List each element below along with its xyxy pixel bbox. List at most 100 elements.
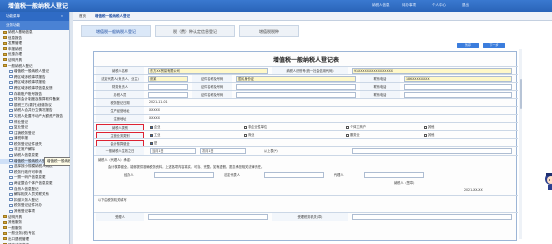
form-scrollbar[interactable]: [519, 49, 522, 239]
sidebar-item-label: 两证整合个体户信息变更: [14, 181, 53, 186]
tab-home[interactable]: 首页: [79, 14, 86, 19]
label-effective-date: 一般纳税人生效之日: [96, 147, 144, 155]
tax-officer-phone-field[interactable]: [404, 92, 512, 98]
document-icon: [9, 136, 13, 140]
sidebar-item-label: 解除相关人员关联关系: [14, 192, 49, 197]
scrollbar-thumb[interactable]: [519, 79, 522, 109]
reg-address-value: XXXXX: [149, 116, 160, 121]
sidebar-item-label: 税务行政许可申请: [14, 169, 42, 174]
reg-date-value: 2021-11-01: [149, 100, 168, 105]
tab-bar: 首页 增值税一般纳税人登记: [73, 12, 552, 21]
step-3[interactable]: 增值税税种: [239, 25, 299, 37]
document-icon: [9, 80, 13, 84]
sidebar-item-label: 银税三方(委托)划缴协议: [14, 102, 52, 107]
legal-rep-phone-field[interactable]: 186XXXXXXXX: [404, 76, 512, 82]
form-row: 生产经营地址 XXXXX: [94, 106, 518, 115]
document-icon: [9, 125, 13, 129]
handler-field[interactable]: [154, 172, 214, 178]
sidebar-item-label: 存款账户账号报告: [14, 91, 42, 96]
sidebar-item-label: 自然人信息登记: [14, 186, 39, 191]
form-title: 增值税一般纳税人登记表: [272, 57, 339, 64]
period-extra-field[interactable]: [352, 148, 512, 154]
sidebar-header[interactable]: 功能菜单 «: [0, 12, 69, 21]
period-option-0[interactable]: 当月1日: [150, 148, 196, 154]
finance-head-phone-field[interactable]: [404, 84, 512, 90]
period-option-1[interactable]: 次月1日: [200, 148, 246, 154]
seal-label: 纳税人（签章）: [394, 181, 417, 185]
sidebar-item-label: 增值税一般纳税人登记: [14, 69, 49, 74]
signature-row: 经办人 法定代表人 代理人: [94, 171, 518, 179]
checkbox-icon[interactable]: [244, 133, 247, 137]
legal-rep-field[interactable]: 张某: [148, 76, 188, 82]
checkbox-icon[interactable]: [150, 141, 153, 145]
form-row: 法定代表人(负责人、业主) 张某 证件名称及号码 居民身份证 联系电话 186X…: [94, 74, 518, 83]
tax-authority-field[interactable]: [352, 214, 512, 220]
sidebar-item-label: 注销税务登记: [14, 130, 35, 135]
save-button[interactable]: 暂存: [457, 43, 479, 48]
main-panel: 增值税一般纳税人登记 税（费）种认定信息登记 增值税税种 暂存 下一步 增值税一…: [73, 21, 552, 244]
document-icon: [9, 103, 13, 107]
agent-field[interactable]: [364, 172, 424, 178]
top-link-0[interactable]: 纳税人信息: [372, 3, 390, 8]
folder-icon: [3, 30, 7, 34]
document-icon: [9, 159, 13, 163]
menu-tree: 纳税人基础信息 信息报告 发票管理 申报纳税 优惠办理 证明开具 一般纳税人登记 增值税一般纳…: [0, 30, 69, 244]
agency-row: 受理人 受理税务机关(章): [94, 212, 518, 221]
top-link-1[interactable]: 待办事项: [402, 3, 416, 8]
checkbox-icon[interactable]: [244, 125, 247, 129]
checkbox-icon[interactable]: [150, 133, 153, 137]
folder-icon: [3, 220, 7, 224]
sign-label-agent: 代理人: [334, 173, 344, 177]
document-icon: [9, 75, 13, 79]
sidebar-item-label: 出口退税管理: [8, 236, 29, 241]
checkbox-icon[interactable]: [424, 133, 427, 137]
taxpayer-name-field[interactable]: 东方XX贸易有限公司: [148, 68, 268, 74]
document-icon: [9, 147, 13, 151]
checkbox-icon[interactable]: [150, 125, 153, 129]
finance-head-field[interactable]: [148, 84, 188, 90]
sidebar-item-label: 证明开具: [8, 57, 22, 62]
document-icon: [9, 97, 13, 101]
collapse-icon[interactable]: «: [61, 12, 63, 21]
next-button[interactable]: 下一步: [483, 43, 505, 48]
document-icon: [9, 69, 13, 73]
sidebar-item-label: 纳税人信息变更: [14, 153, 39, 158]
sign-date: 2021-XX-XX: [464, 188, 483, 192]
checkbox-icon[interactable]: [424, 125, 427, 129]
tax-officer-id-field[interactable]: [236, 92, 356, 98]
checkbox-icon[interactable]: [346, 125, 349, 129]
step-2[interactable]: 税（费）种认定信息登记: [155, 25, 235, 37]
top-link-3[interactable]: 退出: [462, 3, 469, 8]
sidebar-item-label: 优惠办理: [8, 52, 22, 57]
assistant-avatar-icon[interactable]: [543, 171, 552, 191]
document-icon: [9, 131, 13, 135]
folder-icon: [3, 41, 7, 45]
document-icon: [9, 86, 13, 90]
taxpayer-id-field[interactable]: 91XXXXXXXXXXXXXXXX: [352, 68, 512, 74]
sidebar-item-label: 跨区域涉税事项信息反馈: [14, 85, 53, 90]
label-tax-authority: 受理税务机关(章): [272, 213, 348, 221]
legal-rep-id-field[interactable]: 居民身份证: [236, 76, 356, 82]
tab-registration[interactable]: 增值税一般纳税人登记: [95, 14, 130, 19]
tax-officer-field[interactable]: [148, 92, 188, 98]
top-link-2[interactable]: 个人中心: [432, 3, 446, 8]
document-icon: [9, 114, 13, 118]
finance-head-id-field[interactable]: [236, 84, 356, 90]
sidebar-item-label: 一般服务: [8, 225, 22, 230]
app-title: 增值税一般纳税人登记: [8, 3, 69, 10]
sidebar-item-label: 扣缴义务人登记: [14, 197, 39, 202]
legal-rep-sign-field[interactable]: [264, 172, 324, 178]
sidebar-subheader[interactable]: 业务功能: [0, 21, 69, 30]
sidebar-item-label: 税务登记证件遗失: [14, 141, 42, 146]
step-1[interactable]: 增值税一般纳税人登记: [81, 25, 151, 37]
folder-icon: [3, 237, 7, 241]
sidebar: 功能菜单 « 业务功能 纳税人基础信息 信息报告 发票管理 申报纳税 优惠办理 证明开具一…: [0, 12, 70, 244]
folder-icon: [3, 226, 7, 230]
sidebar-item-label: 跨区域涉税事项报告: [14, 74, 46, 79]
sign-label-handler: 经办人: [124, 173, 134, 177]
form-row: 纳税人名称 东方XX贸易有限公司 纳税人识别号(统一社会信用代码) 91XXXX…: [94, 66, 518, 75]
form-row: 财务负责人 证件名称及号码 联系电话: [94, 82, 518, 91]
sidebar-item-label: 清税申报: [14, 136, 28, 141]
receiver-field[interactable]: [148, 214, 268, 220]
checkbox-icon[interactable]: [346, 133, 349, 137]
